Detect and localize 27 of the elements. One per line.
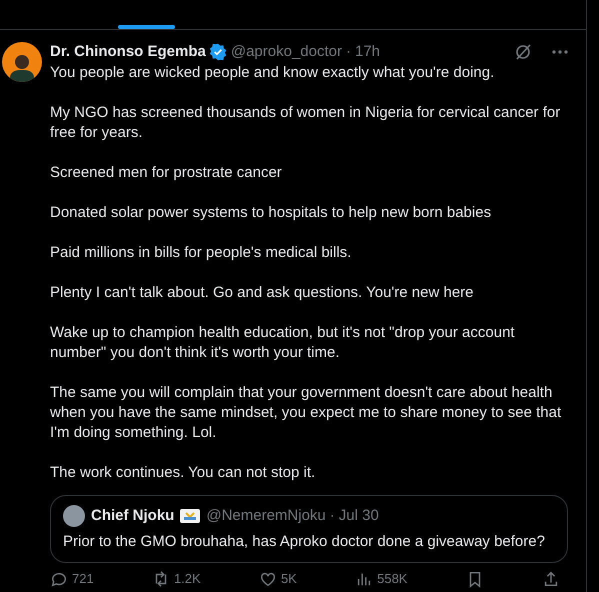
flag-icon bbox=[180, 509, 200, 523]
post-paragraph: You people are wicked people and know exactly what you're doing. bbox=[50, 63, 496, 83]
quoted-post[interactable]: Chief Njoku @NemeremNjoku · Jul 30 Prior to the GMO brouhaha, has Aproko doctor done a giveaway before? bbox=[50, 495, 568, 563]
separator-dot: · bbox=[330, 506, 335, 526]
quote-text: Prior to the GMO brouhaha, has Aproko doctor done a giveaway before? bbox=[63, 532, 546, 552]
quote-time: Jul 30 bbox=[338, 506, 379, 526]
post-paragraph: Wake up to champion health education, but it's not "drop your account number" you don't think it's worth your time. bbox=[50, 323, 516, 363]
reply-button[interactable]: 721 bbox=[50, 569, 94, 588]
more-icon[interactable] bbox=[552, 50, 568, 54]
separator-dot: · bbox=[346, 42, 351, 62]
repost-button[interactable]: 1.2K bbox=[152, 569, 201, 588]
post-paragraph: Donated solar power systems to hospitals to help new born babies bbox=[50, 203, 492, 223]
post-paragraph: Paid millions in bills for people's medical bills. bbox=[50, 243, 352, 263]
post-paragraph: Plenty I can't talk about. Go and ask questions. You're new here bbox=[50, 283, 475, 303]
quote-author-name: Chief Njoku bbox=[91, 506, 174, 526]
quote-avatar bbox=[63, 505, 85, 527]
views-button[interactable]: 558K bbox=[355, 569, 408, 588]
quote-author-handle: @NemeremNjoku bbox=[206, 506, 326, 526]
author-handle[interactable]: @aproko_doctor bbox=[230, 40, 342, 64]
author-name[interactable]: Dr. Chinonso Egemba bbox=[50, 40, 206, 64]
post-paragraph: My NGO has screened thousands of women in Nigeria for cervical cancer for free for years. bbox=[50, 103, 562, 143]
avatar[interactable] bbox=[2, 42, 42, 82]
like-button[interactable]: 5K bbox=[258, 569, 297, 588]
post-time[interactable]: 17h bbox=[354, 40, 380, 64]
post-paragraph: The same you will complain that your government doesn't care about health when you have the same mindset, you expect me to share money to see that I'm doing something. Lol. bbox=[50, 383, 562, 443]
post-paragraph: The work continues. You can not stop it. bbox=[50, 463, 316, 483]
post-paragraph: Screened men for prostrate cancer bbox=[50, 163, 283, 183]
